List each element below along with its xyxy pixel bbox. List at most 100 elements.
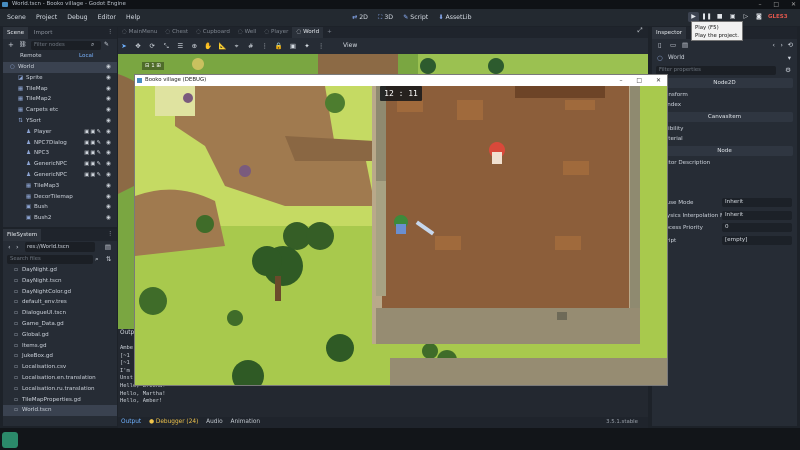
tab-audio[interactable]: Audio [203,417,225,428]
visibility-eye-icon[interactable]: ◉ [106,94,111,105]
node-status-icons[interactable]: ▣▣✎ [84,170,102,181]
visibility-eye-icon[interactable]: ◉ [106,181,111,192]
scene-node-row[interactable]: ▦ DecorTilemap ◉ [3,192,117,203]
inspector-category[interactable]: Visibility [652,124,797,134]
game-view[interactable] [135,86,667,385]
inspector-category[interactable]: Material [652,134,797,144]
mode-script-button[interactable]: ✎ Script [400,9,431,26]
property-value[interactable]: Inherit [722,198,792,207]
maximize-button[interactable]: □ [773,1,779,8]
scene-node-row[interactable]: ♟ NPC7Dialog ▣▣✎ ◉ [3,138,117,149]
skeleton-icon[interactable]: ✦ [301,38,313,54]
dock-menu-icon[interactable]: ⋮ [107,29,113,36]
node-status-icons[interactable]: ▣▣✎ [84,138,102,149]
scene-node-row[interactable]: ♟ Player ▣▣✎ ◉ [3,127,117,138]
file-item[interactable]: ▫ Localisation.csv [3,362,117,373]
add-tab-icon[interactable]: + [323,27,336,38]
scene-tab[interactable]: ◌ Well [234,27,260,38]
scale-tool-icon[interactable]: ⤡ [160,38,172,54]
renderer-label[interactable]: GLES3 [768,9,788,26]
move-tool-icon[interactable]: ✥ [132,38,144,54]
visibility-eye-icon[interactable]: ◉ [106,127,111,138]
forward-icon[interactable]: › [16,244,19,251]
path-field[interactable]: res://World.tscn [25,242,95,252]
dock-menu-icon[interactable]: ⋮ [107,231,113,238]
scene-node-row[interactable]: ◪ Sprite ◉ [3,73,117,84]
tab-animation[interactable]: Animation [228,417,264,428]
scene-node-row[interactable]: ♟ NPC3 ▣▣✎ ◉ [3,148,117,159]
scene-node-row[interactable]: ▣ Bush ◉ [3,202,117,213]
local-button[interactable]: Local [79,51,94,62]
scene-node-row[interactable]: ▦ TileMap ◉ [3,84,117,95]
snap-options-icon[interactable]: ⋮ [259,38,271,54]
visibility-eye-icon[interactable]: ◉ [106,138,111,149]
file-item[interactable]: ▫ Global.gd [3,330,117,341]
tab-scene[interactable]: Scene [3,27,29,39]
visibility-eye-icon[interactable]: ◉ [106,170,111,181]
inspector-category[interactable]: Editor Description [652,158,797,168]
attach-script-icon[interactable]: ✎ [104,42,109,48]
scene-tab[interactable]: ◌ MainMenu [118,27,161,38]
visibility-eye-icon[interactable]: ◉ [106,116,111,127]
visibility-eye-icon[interactable]: ◉ [106,73,111,84]
history-icon[interactable]: ⟲ [788,42,793,49]
back-icon[interactable]: ‹ [8,244,11,251]
inspector-category[interactable]: Z Index [652,100,797,110]
property-value[interactable]: [empty] [722,235,792,245]
visibility-eye-icon[interactable]: ◉ [106,84,111,95]
pan-tool-icon[interactable]: ✋ [202,38,214,54]
file-item[interactable]: ▫ DayNight.tscn [3,276,117,287]
file-item[interactable]: ▫ Localisation.en.translation [3,373,117,384]
game-maximize-button[interactable]: □ [636,77,642,84]
grid-snap-icon[interactable]: # [245,38,257,54]
inspector-section-header[interactable]: Node [656,146,793,156]
mode-3d-button[interactable]: ⛶ 3D [375,9,396,26]
file-item[interactable]: ▫ DialogueUI.tscn [3,308,117,319]
file-item[interactable]: ▫ Localisation.ru.translation [3,384,117,395]
scene-tab[interactable]: ◌ World [292,27,324,38]
sort-icon[interactable]: ⇅ [106,256,111,263]
history-forward-icon[interactable]: › [780,42,783,49]
scene-node-row[interactable]: ♟ GenericNPC ▣▣✎ ◉ [3,170,117,181]
minimize-button[interactable]: – [758,1,761,8]
inspector-section-header[interactable]: Node2D [656,78,793,88]
instance-scene-icon[interactable]: ⛓ [19,42,27,48]
history-back-icon[interactable]: ‹ [772,42,775,49]
movie-maker-button[interactable]: ◙ [753,12,764,22]
search-files-input[interactable]: Search files [7,255,93,264]
menu-editor[interactable]: Editor [94,9,120,26]
file-item[interactable]: ▫ World.tscn [3,405,117,417]
tab-output[interactable]: Output [118,417,144,428]
pivot-tool-icon[interactable]: ⊕ [188,38,200,54]
scene-node-row[interactable]: ▦ TileMap3 ◉ [3,181,117,192]
menu-help[interactable]: Help [122,9,144,26]
scene-tab[interactable]: ◌ Player [260,27,292,38]
game-window[interactable]: Booko village (DEBUG) – □ ✕ [134,74,668,386]
scene-node-row[interactable]: ▣ Bush2 ◉ [3,213,117,224]
node-status-icons[interactable]: ▣▣✎ [84,127,102,138]
inspector-category[interactable]: Transform [652,90,797,100]
file-item[interactable]: ▫ default_env.tres [3,297,117,308]
game-minimize-button[interactable]: – [619,77,622,84]
select-tool-icon[interactable]: ➤ [118,38,130,54]
scene-tab[interactable]: ◌ Cupboard [192,27,234,38]
new-resource-icon[interactable]: ▯ [658,42,662,49]
visibility-eye-icon[interactable]: ◉ [106,192,111,203]
tab-import[interactable]: Import [30,27,57,39]
scene-tab[interactable]: ◌ Chest [161,27,192,38]
visibility-eye-icon[interactable]: ◉ [106,213,111,224]
load-resource-icon[interactable]: ▭ [670,42,676,49]
distraction-free-icon[interactable]: ⤢ [634,22,646,38]
bone-options-icon[interactable]: ⋮ [315,38,327,54]
close-button[interactable]: ✕ [791,1,796,8]
view-menu[interactable]: View [343,38,357,54]
mode-2d-button[interactable]: ⇄ 2D [349,9,371,26]
property-value[interactable]: Inherit [722,210,792,220]
ruler-tool-icon[interactable]: 📐 [217,38,229,54]
file-item[interactable]: ▫ JukeBox.gd [3,351,117,362]
group-icon[interactable]: ▣ [287,38,299,54]
file-item[interactable]: ▫ Game_Data.gd [3,319,117,330]
menu-project[interactable]: Project [32,9,61,26]
add-node-icon[interactable]: + [8,42,14,49]
node-status-icons[interactable]: ▣▣✎ [84,148,102,159]
